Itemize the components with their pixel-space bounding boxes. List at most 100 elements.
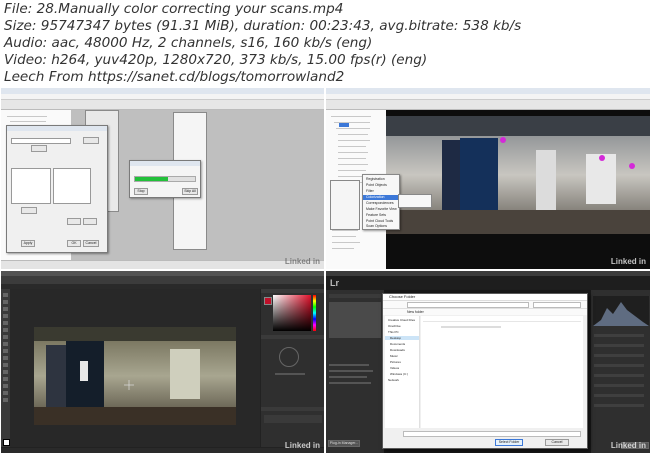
- video-line: Video: h264, yuv420p, 1280x720, 373 kb/s…: [4, 52, 428, 68]
- thumb-lightroom: Lr Plug-in Manager... Choose Folder New …: [326, 271, 650, 453]
- dialog-address-bar: [383, 301, 587, 309]
- colorize-dialog-title: [7, 126, 107, 131]
- leech-line: Leech From https://sanet.cd/blogs/tomorr…: [4, 69, 345, 85]
- histogram-chart: [593, 302, 649, 326]
- viewport-3d[interactable]: [386, 110, 650, 269]
- thumb-scene-dialogs: Apply OK Cancel Stop Skip All Linked in: [1, 88, 324, 269]
- browse-button[interactable]: [83, 137, 99, 144]
- cascade-submenu: [398, 194, 432, 208]
- linkedin-watermark: Linked in: [284, 441, 320, 450]
- ps-right-panels: [260, 289, 324, 453]
- ps-panorama-image: [34, 327, 236, 425]
- ps-canvas-area[interactable]: [10, 289, 260, 453]
- dial-icon: [279, 347, 299, 367]
- colorize-submenu: Registration Point Objects Filter Colori…: [362, 174, 400, 230]
- choose-folder-dialog: Choose Folder New folder Creative Cloud …: [382, 293, 588, 449]
- adjustments-tabs: [261, 335, 324, 339]
- app-toolbar: [326, 100, 650, 110]
- panel-caption: [275, 373, 305, 375]
- dialog-cancel-button[interactable]: Cancel: [545, 439, 569, 446]
- lr-logo: Lr: [330, 278, 339, 288]
- nav-music[interactable]: Music: [390, 354, 398, 358]
- menu-item-registration[interactable]: Registration: [366, 177, 385, 182]
- nav-desktop[interactable]: Desktop: [385, 336, 419, 340]
- nav-creative-cloud-files[interactable]: Creative Cloud Files: [388, 318, 415, 322]
- menu-item-make-favorite-view[interactable]: Make Favorite View: [366, 207, 397, 212]
- nav-videos[interactable]: Videos: [390, 366, 399, 370]
- empty-folder-message: [441, 326, 501, 328]
- matching-points-scan-list[interactable]: [53, 168, 91, 204]
- folder-search-input[interactable]: [533, 302, 581, 308]
- plugin-manager-button[interactable]: Plug-in Manager...: [328, 440, 360, 447]
- export-button[interactable]: [83, 218, 97, 225]
- import-button[interactable]: [67, 218, 81, 225]
- app-statusbar: [1, 260, 324, 269]
- thumb-scene-panorama: Registration Point Objects Filter Colori…: [326, 88, 650, 269]
- ok-button[interactable]: OK: [67, 240, 81, 247]
- layers-tabs: [261, 407, 324, 411]
- progress-dialog: Stop Skip All: [129, 160, 201, 198]
- dialog-title: Choose Folder: [389, 294, 416, 299]
- menu-item-colorization[interactable]: Colorization: [363, 195, 399, 200]
- nav-this-pc[interactable]: This PC: [388, 330, 399, 334]
- folder-name-input[interactable]: [403, 431, 581, 437]
- thumb-photoshop: Linked in: [1, 271, 324, 453]
- nav-downloads[interactable]: Downloads: [390, 348, 405, 352]
- ps-statusbar: [1, 447, 324, 453]
- stop-button[interactable]: Stop: [134, 188, 148, 195]
- file-line: File: 28.Manually color correcting your …: [4, 1, 344, 17]
- menu-item-scan-options[interactable]: Scan Options: [366, 224, 387, 229]
- nav-windows-c[interactable]: Windows (C:): [390, 372, 408, 376]
- progress-bar-track: [134, 176, 196, 182]
- navigator-preview: [329, 302, 381, 338]
- linkedin-watermark: Linked in: [610, 441, 646, 450]
- size-line: Size: 95747347 bytes (91.31 MiB), durati…: [4, 18, 522, 34]
- tree-context-menu: [330, 180, 360, 230]
- linkedin-watermark: Linked in: [284, 257, 320, 266]
- lr-left-panel: Plug-in Manager...: [326, 290, 385, 453]
- grid-divider-horizontal: [0, 269, 650, 271]
- progress-bar-fill: [135, 177, 168, 181]
- thumbnail-grid: Apply OK Cancel Stop Skip All Linked in: [0, 88, 650, 453]
- media-info-header: File: 28.Manually color correcting your …: [0, 0, 650, 88]
- panorama-image: [386, 116, 650, 234]
- select-folder-button[interactable]: Select Folder: [495, 439, 523, 446]
- color-panel-tabs: [261, 289, 324, 293]
- dialog-command-bar: New folder: [383, 309, 587, 315]
- select-button[interactable]: [21, 207, 37, 214]
- nav-onedrive[interactable]: OneDrive: [388, 324, 401, 328]
- nav-documents[interactable]: Documents: [390, 342, 405, 346]
- path-breadcrumb[interactable]: [407, 302, 529, 308]
- foreground-swatch[interactable]: [264, 297, 272, 305]
- menu-item-filter[interactable]: Filter: [366, 189, 374, 194]
- dialog-file-list[interactable]: [421, 316, 583, 428]
- new-folder-button[interactable]: New folder: [407, 309, 424, 315]
- colorize-dialog: Apply OK Cancel: [6, 125, 108, 253]
- matching-points-image-list[interactable]: [11, 168, 51, 204]
- nav-pictures[interactable]: Pictures: [390, 360, 401, 364]
- cancel-button[interactable]: Cancel: [83, 240, 99, 247]
- hue-slider[interactable]: [313, 295, 316, 331]
- lr-right-panel: [590, 290, 650, 453]
- skip-all-button[interactable]: Skip All: [182, 188, 198, 195]
- menu-item-point-objects[interactable]: Point Objects: [366, 183, 387, 188]
- dialog-nav-pane: Creative Cloud Files OneDrive This PC De…: [385, 316, 420, 428]
- color-picker-field[interactable]: [273, 295, 311, 331]
- folder-name-row: [387, 431, 583, 437]
- open-button[interactable]: [31, 145, 47, 152]
- selected-tree-item[interactable]: [339, 123, 349, 127]
- audio-line: Audio: aac, 48000 Hz, 2 channels, s16, 1…: [4, 35, 373, 51]
- file-list-header: [423, 318, 581, 322]
- progress-dialog-title: [130, 161, 200, 166]
- dialog-titlebar: Choose Folder: [383, 294, 587, 301]
- menu-item-correspondences[interactable]: Correspondences: [366, 201, 394, 206]
- linkedin-watermark: Linked in: [610, 257, 646, 266]
- menu-item-feature-sets[interactable]: Feature Sets: [366, 213, 386, 218]
- app-toolbar: [1, 100, 324, 110]
- nav-network[interactable]: Network: [388, 378, 399, 382]
- histogram: [593, 296, 649, 326]
- layer-row[interactable]: [264, 415, 322, 423]
- apply-button[interactable]: Apply: [21, 240, 35, 247]
- lr-module-bar: Lr: [326, 276, 650, 290]
- image-path-field[interactable]: [11, 138, 71, 144]
